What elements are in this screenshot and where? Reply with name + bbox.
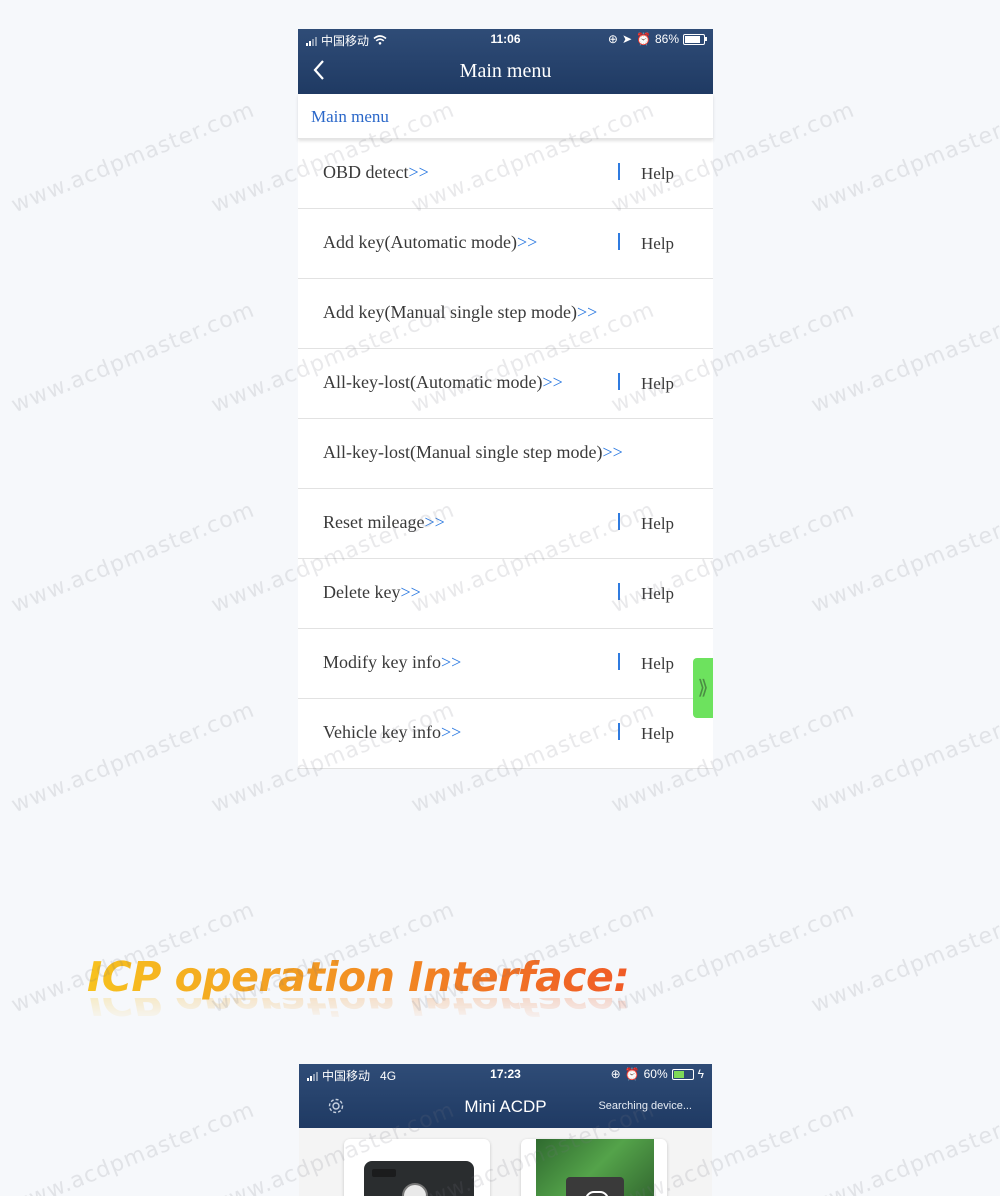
menu-item-text: Vehicle key info: [323, 722, 441, 742]
menu-item[interactable]: Reset mileage>> Help: [298, 489, 713, 559]
menu-item[interactable]: All-key-lost(Automatic mode)>> Help: [298, 349, 713, 419]
help-button[interactable]: Help: [641, 514, 674, 534]
mini-acdp-screen: 中国移动 4G 17:23 ⊕ ⏰ 60% ϟ Mini ACDP Search…: [299, 1064, 712, 1196]
charging-icon: ϟ: [697, 1067, 704, 1081]
menu-item-divider: [618, 233, 620, 250]
battery-icon: [683, 33, 707, 45]
help-button[interactable]: Help: [641, 374, 674, 394]
menu-item[interactable]: Add key(Manual single step mode)>>: [298, 279, 713, 349]
menu-item[interactable]: Modify key info>> Help: [298, 629, 713, 699]
watermark-text: www.acdpmaster.com: [808, 97, 1000, 219]
menu-list: OBD detect>> Help Add key(Automatic mode)>…: [298, 139, 713, 769]
section-heading: ICP operation Interface:: [87, 953, 630, 1001]
menu-item-text: All-key-lost(Automatic mode): [323, 372, 543, 392]
menu-item-label[interactable]: Vehicle key info>>: [323, 722, 461, 743]
help-button[interactable]: Help: [641, 654, 674, 674]
menu-item-text: Add key(Manual single step mode): [323, 302, 577, 322]
menu-item-text: Modify key info: [323, 652, 441, 672]
help-button[interactable]: Help: [641, 724, 674, 744]
battery-percent: 86%: [654, 32, 679, 46]
menu-item-divider: [618, 653, 620, 670]
status-bar: 中国移动 11:06 ⊕ ➤ ⏰ 86%: [298, 29, 713, 49]
menu-item[interactable]: Delete key>> Help: [298, 559, 713, 629]
help-button[interactable]: Help: [641, 234, 674, 254]
menu-item-arrow: >>: [516, 232, 538, 252]
breadcrumb-main-menu[interactable]: Main menu: [298, 94, 713, 127]
menu-item-text: Add key(Automatic mode): [323, 232, 517, 252]
watermark-text: www.acdpmaster.com: [808, 297, 1000, 419]
alarm-icon-2: ⏰: [624, 1067, 640, 1081]
rotation-lock-icon-2: ⊕: [610, 1067, 621, 1081]
breadcrumb: Main menu: [298, 94, 713, 139]
side-drawer-toggle[interactable]: ⟫: [693, 658, 713, 718]
menu-item-label[interactable]: All-key-lost(Automatic mode)>>: [323, 372, 563, 393]
menu-item-divider: [618, 583, 620, 600]
menu-item[interactable]: Vehicle key info>> Help: [298, 699, 713, 769]
nav-bar: 中国移动 11:06 ⊕ ➤ ⏰ 86% Main menu: [298, 29, 713, 94]
watermark-text: www.acdpmaster.com: [808, 497, 1000, 619]
status-bar-2: 中国移动 4G 17:23 ⊕ ⏰ 60% ϟ: [299, 1064, 712, 1084]
menu-item-arrow: >>: [576, 302, 598, 322]
menu-item-divider: [618, 723, 620, 740]
menu-item-arrow: >>: [542, 372, 563, 392]
watermark-text: www.acdpmaster.com: [608, 897, 859, 1019]
watermark-text: www.acdpmaster.com: [8, 97, 259, 219]
help-button[interactable]: Help: [641, 584, 674, 604]
circuit-board-image: [536, 1139, 654, 1196]
watermark-text: www.acdpmaster.com: [808, 897, 1000, 1019]
menu-item-label[interactable]: Add key(Manual single step mode)>>: [323, 302, 597, 323]
menu-item-divider: [618, 163, 620, 180]
main-menu-screen: 中国移动 11:06 ⊕ ➤ ⏰ 86% Main menu Main menu…: [298, 29, 713, 769]
menu-item-label[interactable]: Reset mileage>>: [323, 512, 445, 533]
menu-item-divider: [618, 513, 620, 530]
menu-item-arrow: >>: [408, 162, 429, 182]
nav-bar-2: 中国移动 4G 17:23 ⊕ ⏰ 60% ϟ Mini ACDP Search…: [299, 1064, 712, 1128]
double-chevron-right-icon: ⟫: [697, 677, 709, 699]
watermark-text: www.acdpmaster.com: [808, 697, 1000, 819]
menu-item-text: Reset mileage: [323, 512, 425, 532]
page-title: Main menu: [459, 60, 552, 82]
alarm-icon: ⏰: [636, 32, 651, 46]
menu-item-text: All-key-lost(Manual single step mode): [323, 442, 603, 462]
watermark-text: www.acdpmaster.com: [8, 697, 259, 819]
menu-item-arrow: >>: [602, 442, 623, 462]
watermark-text: www.acdpmaster.com: [8, 497, 259, 619]
watermark-text: www.acdpmaster.com: [8, 1097, 259, 1196]
obd-device-card[interactable]: [344, 1139, 490, 1196]
menu-item-arrow: >>: [440, 652, 462, 672]
menu-item-arrow: >>: [440, 722, 462, 742]
menu-item[interactable]: Add key(Automatic mode)>> Help: [298, 209, 713, 279]
help-button[interactable]: Help: [641, 164, 674, 184]
menu-item-divider: [618, 373, 620, 390]
menu-item-arrow: >>: [424, 512, 445, 532]
watermark-text: www.acdpmaster.com: [808, 1097, 1000, 1196]
menu-item-label[interactable]: Modify key info>>: [323, 652, 461, 673]
section-heading-reflection: ICP operation Interface:: [87, 998, 630, 1024]
menu-item[interactable]: All-key-lost(Manual single step mode)>>: [298, 419, 713, 489]
menu-item[interactable]: OBD detect>> Help: [298, 139, 713, 209]
menu-item-label[interactable]: OBD detect>>: [323, 162, 429, 183]
obd-device-image: [364, 1161, 474, 1196]
device-search-status: Searching device...: [598, 1100, 692, 1112]
menu-item-text: Delete key: [323, 582, 401, 602]
watermark-text: www.acdpmaster.com: [8, 297, 259, 419]
menu-item-text: OBD detect: [323, 162, 409, 182]
location-icon: ➤: [621, 32, 633, 46]
battery-icon-2: [671, 1068, 694, 1080]
menu-item-label[interactable]: All-key-lost(Manual single step mode)>>: [323, 442, 623, 463]
battery-percent-2: 60%: [643, 1067, 668, 1081]
menu-item-label[interactable]: Add key(Automatic mode)>>: [323, 232, 537, 253]
icp-chip-card[interactable]: [521, 1139, 667, 1196]
menu-item-arrow: >>: [400, 582, 421, 602]
menu-item-label[interactable]: Delete key>>: [323, 582, 421, 603]
rotation-lock-icon: ⊕: [607, 32, 618, 46]
